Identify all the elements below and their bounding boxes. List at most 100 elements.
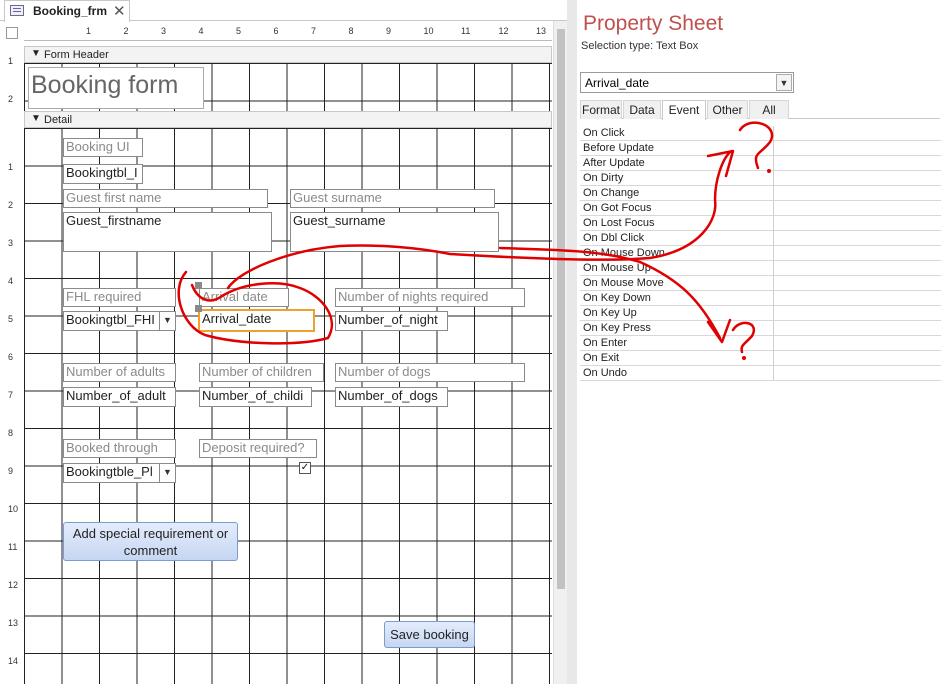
object-selector-dropdown[interactable]: Arrival_date ▼	[580, 72, 794, 93]
form-title-label[interactable]: Booking form	[28, 67, 204, 109]
ruler-tick-label: 10	[423, 26, 434, 36]
deposit-required-checkbox[interactable]: ✓	[299, 462, 311, 474]
ruler-tick-label: 3	[161, 26, 167, 36]
booked-through-label[interactable]: Booked through	[63, 439, 176, 458]
close-icon[interactable]: ✕	[113, 2, 126, 20]
number-of-dogs-textbox[interactable]: Number_of_dogs	[335, 387, 448, 407]
event-row[interactable]: On Enter	[580, 336, 941, 351]
selected-object: Arrival_date	[585, 76, 650, 90]
event-name: On Key Press	[583, 322, 651, 334]
event-row[interactable]: On Lost Focus	[580, 216, 941, 231]
form-header-bar[interactable]: ▼ Form Header	[24, 46, 552, 63]
ruler-corner[interactable]	[6, 27, 18, 39]
event-row[interactable]: On Change	[580, 186, 941, 201]
event-row[interactable]: On Mouse Down	[580, 246, 941, 261]
tab-format[interactable]: Format	[580, 100, 622, 119]
column-divider	[773, 186, 774, 201]
event-row[interactable]: After Update	[580, 156, 941, 171]
event-row[interactable]: On Exit	[580, 351, 941, 366]
column-divider	[773, 366, 774, 381]
event-row[interactable]: On Dbl Click	[580, 231, 941, 246]
event-name: On Mouse Up	[583, 262, 651, 274]
ruler-tick-label: 7	[311, 26, 317, 36]
ruler-tick-label: 13	[536, 26, 547, 36]
number-of-nights-textbox[interactable]: Number_of_night	[335, 311, 448, 331]
column-divider	[773, 306, 774, 321]
event-row[interactable]: On Key Down	[580, 291, 941, 306]
number-of-children-textbox[interactable]: Number_of_childi	[199, 387, 312, 407]
event-name: On Key Up	[583, 307, 637, 319]
ruler-tick-label: 1	[8, 162, 14, 172]
column-divider	[773, 351, 774, 366]
tab-other[interactable]: Other	[707, 100, 748, 119]
booked-combo-value: Bookingtble_Pl	[66, 464, 153, 479]
number-of-adults-label[interactable]: Number of adults	[63, 363, 176, 382]
guest-first-name-label[interactable]: Guest first name	[63, 189, 268, 208]
column-divider	[773, 336, 774, 351]
property-sheet-title: Property Sheet	[583, 12, 724, 35]
bookingtbl-id-textbox[interactable]: Bookingtbl_I	[63, 164, 143, 184]
event-row[interactable]: On Mouse Up	[580, 261, 941, 276]
vertical-scrollbar[interactable]	[553, 21, 567, 684]
event-name: On Key Down	[583, 292, 651, 304]
ruler-tick-label: 9	[386, 26, 392, 36]
column-divider	[773, 231, 774, 246]
event-row[interactable]: On Dirty	[580, 171, 941, 186]
event-row[interactable]: On Got Focus	[580, 201, 941, 216]
ruler-tick-label: 5	[8, 314, 14, 324]
guest-surname-textbox[interactable]: Guest_surname	[290, 212, 499, 252]
event-row[interactable]: Before Update	[580, 141, 941, 156]
detail-bar[interactable]: ▼ Detail	[24, 111, 552, 128]
number-of-dogs-label[interactable]: Number of dogs	[335, 363, 525, 382]
booked-through-combobox[interactable]: Bookingtble_Pl ▼	[63, 463, 176, 483]
event-row[interactable]: On Mouse Move	[580, 276, 941, 291]
event-row[interactable]: On Undo	[580, 366, 941, 381]
column-divider	[773, 201, 774, 216]
arrival-date-label[interactable]: Arrival date	[199, 288, 289, 307]
tab-event[interactable]: Event	[662, 100, 706, 120]
arrival-date-textbox[interactable]: Arrival_date	[198, 309, 315, 332]
move-handle[interactable]	[195, 305, 202, 312]
event-row[interactable]: On Key Press	[580, 321, 941, 336]
ruler-tick-label: 14	[8, 656, 19, 666]
event-row[interactable]: On Click	[580, 126, 941, 141]
number-of-nights-label[interactable]: Number of nights required	[335, 288, 525, 307]
deposit-required-label[interactable]: Deposit required?	[199, 439, 317, 458]
fhl-required-label[interactable]: FHL required	[63, 288, 176, 307]
chevron-down-icon[interactable]: ▼	[159, 464, 175, 482]
fhl-combobox[interactable]: Bookingtbl_FHI ▼	[63, 311, 176, 331]
event-name: On Got Focus	[583, 202, 652, 214]
access-window: Booking_frm ✕ 1 2 3 4 5 6 7 8 9 10 11 12 13 12123456…	[0, 0, 941, 684]
tab-all[interactable]: All	[749, 100, 789, 119]
event-name: On Enter	[583, 337, 628, 349]
tab-booking-frm[interactable]: Booking_frm ✕	[4, 0, 130, 22]
ruler-tick-label: 7	[8, 390, 14, 400]
event-name: After Update	[583, 157, 645, 169]
tab-label: Booking_frm	[33, 4, 108, 18]
number-of-children-label[interactable]: Number of children	[199, 363, 324, 382]
event-name: On Exit	[583, 352, 620, 364]
add-special-requirement-button[interactable]: Add special requirement or comment	[63, 522, 238, 561]
event-name: On Dirty	[583, 172, 624, 184]
ruler-tick-label: 9	[8, 466, 14, 476]
number-of-adults-textbox[interactable]: Number_of_adult	[63, 387, 176, 407]
guest-firstname-textbox[interactable]: Guest_firstname	[63, 212, 272, 252]
column-divider	[773, 216, 774, 231]
guest-surname-label[interactable]: Guest surname	[290, 189, 495, 208]
ruler-tick-label: 2	[8, 94, 14, 104]
move-handle[interactable]	[195, 282, 202, 289]
section-arrow-icon: ▼	[31, 113, 41, 124]
ruler-tick-label: 6	[273, 26, 279, 36]
event-row[interactable]: On Key Up	[580, 306, 941, 321]
ruler-tick-label: 8	[348, 26, 354, 36]
ruler-tick-label: 6	[8, 352, 14, 362]
event-property-grid: On Click Before Update After Update On Dirt…	[580, 126, 941, 381]
tab-data[interactable]: Data	[623, 100, 661, 119]
booking-ui-label[interactable]: Booking UI	[63, 138, 143, 157]
chevron-down-icon[interactable]: ▼	[776, 74, 792, 91]
chevron-down-icon[interactable]: ▼	[159, 312, 175, 330]
scrollbar-thumb[interactable]	[557, 29, 565, 589]
detail-label: Detail	[44, 114, 73, 126]
save-booking-button[interactable]: Save booking	[384, 621, 475, 648]
column-divider	[773, 156, 774, 171]
